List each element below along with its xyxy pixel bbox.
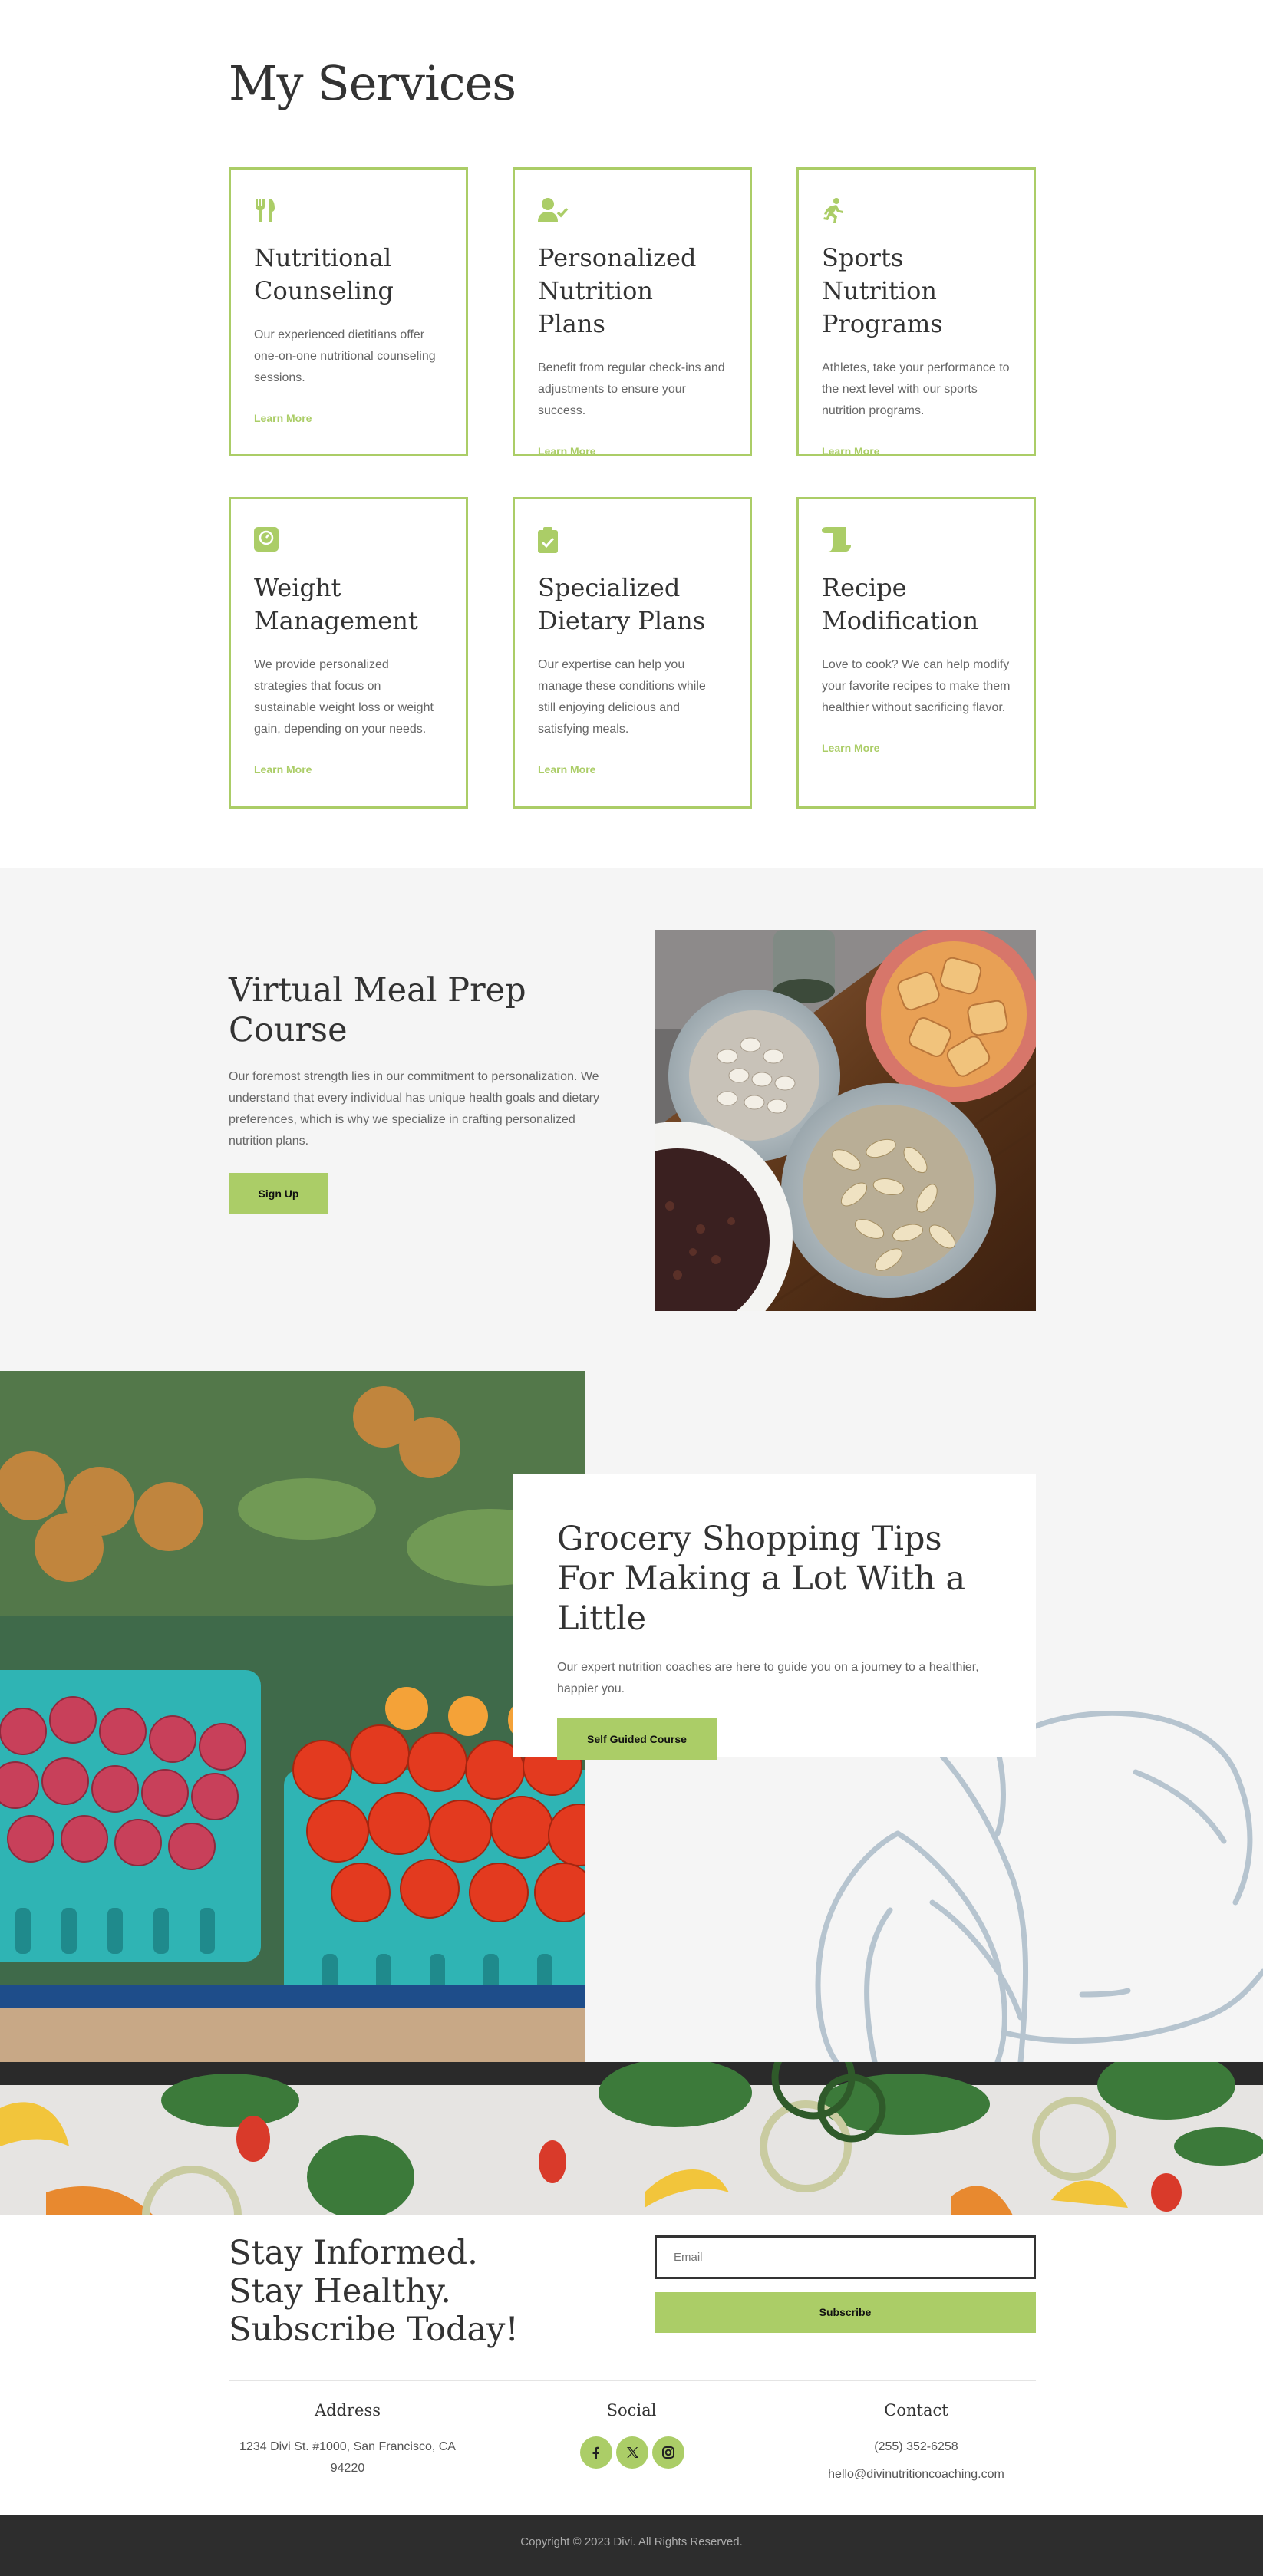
subscribe-button[interactable]: Subscribe xyxy=(655,2292,1036,2333)
service-card-nutritional-counseling: Nutritional Counseling Our experienced d… xyxy=(229,167,468,456)
clipboard-check-icon xyxy=(538,527,564,553)
contact-phone[interactable]: (255) 352-6258 xyxy=(796,2436,1036,2458)
grocery-tips-title: Grocery Shopping Tips For Making a Lot W… xyxy=(557,1520,966,1638)
service-card-title: Specialized Dietary Plans xyxy=(538,573,706,635)
scroll-icon xyxy=(822,527,851,553)
service-card-title: Sports Nutrition Programs xyxy=(822,243,943,338)
instagram-icon[interactable] xyxy=(652,2436,684,2469)
newsletter-title: Stay Informed. Stay Healthy. Subscribe T… xyxy=(229,2234,519,2349)
service-card-weight-management: Weight Management We provide personalize… xyxy=(229,497,468,809)
address-heading: Address xyxy=(314,2401,381,2420)
email-input[interactable] xyxy=(655,2235,1036,2279)
bowls-photo xyxy=(655,930,1036,1311)
copyright-text: Copyright © 2023 Divi. All Rights Reserv… xyxy=(520,2535,743,2548)
learn-more-link[interactable]: Learn More xyxy=(538,445,595,457)
address-line-1: 1234 Divi St. #1000, San Francisco, CA xyxy=(239,2440,456,2453)
service-card-title: Weight Management xyxy=(254,573,418,635)
vegetables-banner-photo xyxy=(0,2062,1263,2215)
services-title: My Services xyxy=(229,55,516,111)
learn-more-link[interactable]: Learn More xyxy=(538,763,595,776)
learn-more-link[interactable]: Learn More xyxy=(822,742,879,754)
service-card-text: Our experienced dietitians offer one-on-… xyxy=(254,328,436,384)
service-card-personalized-plans: Personalized Nutrition Plans Benefit fro… xyxy=(513,167,752,457)
service-card-text: Athletes, take your performance to the n… xyxy=(822,361,1010,417)
service-card-sports-nutrition: Sports Nutrition Programs Athletes, take… xyxy=(796,167,1036,457)
social-heading: Social xyxy=(606,2401,657,2420)
x-twitter-icon[interactable] xyxy=(616,2436,648,2469)
service-card-text: Love to cook? We can help modify your fa… xyxy=(822,658,1011,714)
facebook-icon[interactable] xyxy=(580,2436,612,2469)
grocery-tips-card: Grocery Shopping Tips For Making a Lot W… xyxy=(513,1474,1036,1760)
sign-up-button[interactable]: Sign Up xyxy=(229,1173,328,1214)
utensils-icon xyxy=(254,197,280,223)
service-card-text: We provide personalized strategies that … xyxy=(254,658,434,736)
learn-more-link[interactable]: Learn More xyxy=(254,412,312,424)
virtual-course-text: Our foremost strength lies in our commit… xyxy=(229,1070,599,1148)
service-card-title: Recipe Modification xyxy=(822,573,979,635)
address-line-2: 94220 xyxy=(330,2462,365,2475)
grocery-tips-text: Our expert nutrition coaches are here to… xyxy=(557,1661,979,1695)
service-card-text: Our expertise can help you manage these … xyxy=(538,658,706,736)
running-person-icon xyxy=(822,197,848,223)
service-card-recipe-modification: Recipe Modification Love to cook? We can… xyxy=(796,497,1036,809)
self-guided-course-button[interactable]: Self Guided Course xyxy=(557,1718,717,1760)
contact-heading: Contact xyxy=(884,2401,948,2420)
user-check-icon xyxy=(538,197,569,223)
service-card-title: Nutritional Counseling xyxy=(254,243,394,305)
produce-photo xyxy=(0,1371,585,2062)
service-card-dietary-plans: Specialized Dietary Plans Our expertise … xyxy=(513,497,752,809)
contact-email[interactable]: hello@divinutritioncoaching.com xyxy=(796,2464,1036,2485)
weight-scale-icon xyxy=(254,527,280,553)
learn-more-link[interactable]: Learn More xyxy=(822,445,879,457)
footer-divider xyxy=(229,2380,1036,2381)
onion-line-art xyxy=(815,1711,1263,2062)
service-card-title: Personalized Nutrition Plans xyxy=(538,243,697,338)
learn-more-link[interactable]: Learn More xyxy=(254,763,312,776)
virtual-course-title: Virtual Meal Prep Course xyxy=(229,971,526,1049)
service-card-text: Benefit from regular check-ins and adjus… xyxy=(538,361,725,417)
